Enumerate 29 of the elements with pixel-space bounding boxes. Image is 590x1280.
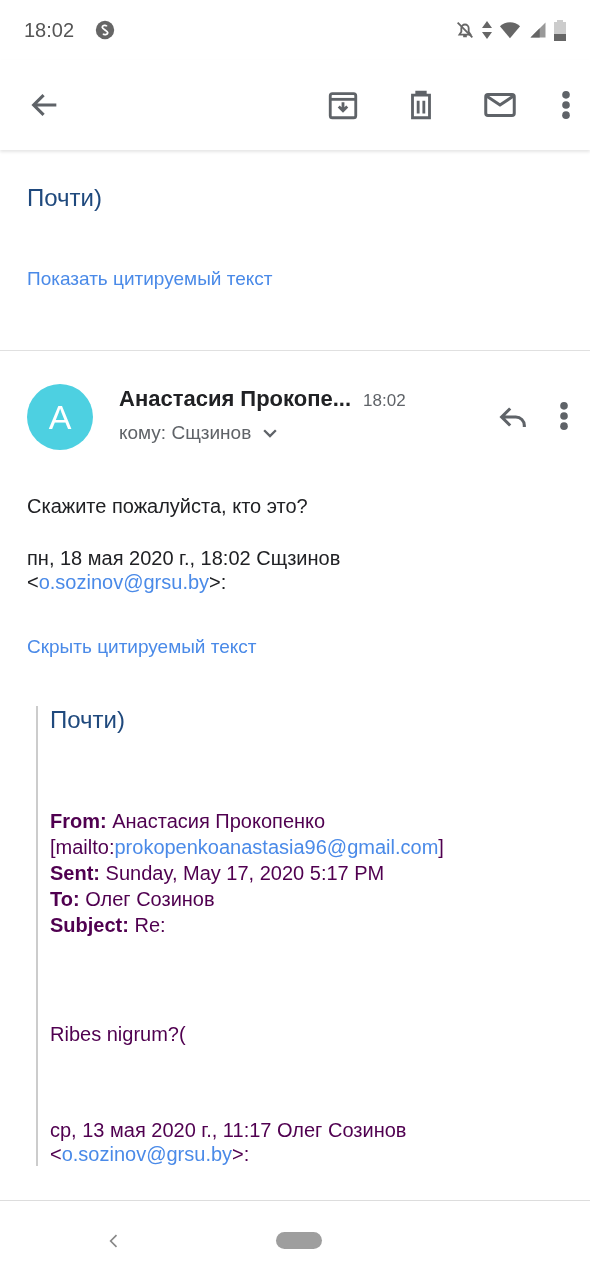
home-handle[interactable]	[276, 1232, 322, 1249]
email-link[interactable]: o.sozinov@grsu.by	[38, 571, 210, 593]
header-line: Sent: Sunday, May 17, 2020 5:17 PM	[50, 861, 386, 886]
hide-quoted-link[interactable]: Скрыть цитируемый текст	[27, 636, 257, 658]
header-line: From: Анастасия Прокопенко [mailto:prokopenkoanastasia96@gmail.com]	[50, 809, 445, 860]
quote-attribution: ср, 13 мая 2020 г., 11:17 Олег Созинов <o.sozinov@grsu.by>:	[50, 1118, 408, 1166]
avatar: A	[27, 384, 93, 450]
more-options-icon[interactable]	[562, 91, 570, 119]
battery-icon	[554, 19, 566, 41]
sender-name: Анастасия Прокопе...	[119, 386, 352, 412]
message-snippet: Почти)	[27, 184, 103, 212]
recipient-toggle[interactable]: кому: Сщзинов	[119, 422, 278, 444]
message-body: Скажите пожалуйста, кто это?	[27, 494, 309, 518]
email-link[interactable]: prokopenkoanastasia96@gmail.com	[114, 836, 439, 858]
more-options-icon[interactable]	[560, 402, 568, 430]
app-notification-icon	[94, 19, 117, 41]
quote-attribution: пн, 18 мая 2020 г., 18:02 Сщзинов <o.sozinov@grsu.by>:	[27, 546, 342, 594]
wifi-icon	[498, 19, 522, 41]
muted-bell-icon	[454, 19, 476, 41]
clock-time: 18:02	[24, 18, 75, 42]
show-quoted-link[interactable]: Показать цитируемый текст	[27, 268, 273, 290]
message-time: 18:02	[363, 391, 406, 411]
quoted-snippet: Почти)	[50, 706, 126, 734]
header-line: To: Олег Созинов	[50, 887, 216, 912]
email-link[interactable]: o.sozinov@grsu.by	[61, 1143, 233, 1165]
quoted-body: Ribes nigrum?(	[50, 1022, 187, 1046]
header-line: Subject: Re:	[50, 913, 167, 938]
chevron-down-icon	[263, 428, 278, 438]
data-arrows-icon	[482, 21, 492, 39]
